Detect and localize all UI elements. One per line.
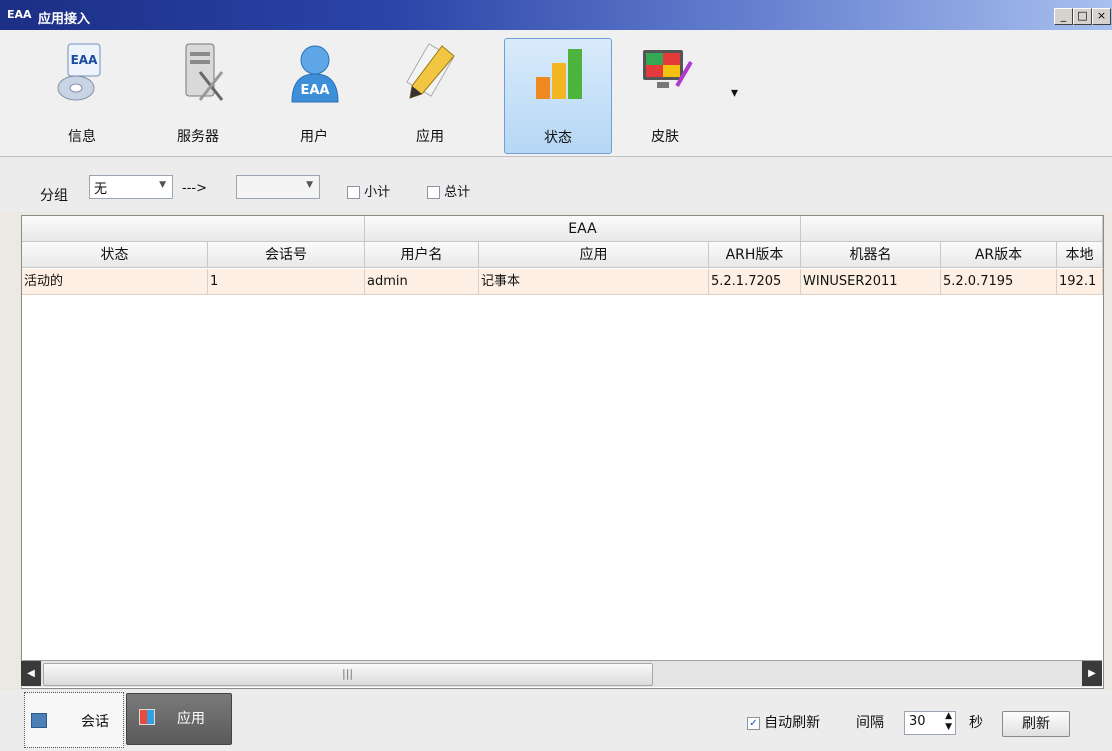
title-bar: EAA 应用接入 _ □ ×	[0, 0, 1112, 30]
column-header-arh-version[interactable]: ARH版本	[709, 242, 801, 268]
total-checkbox[interactable]: 总计	[427, 181, 470, 200]
interval-label: 间隔	[856, 715, 884, 731]
scrollbar-thumb[interactable]: |||	[43, 663, 653, 686]
interval-value: 30	[909, 714, 926, 729]
group-filter-bar: 分组 无 ▼ ---> ▼ 小计 总计	[0, 157, 1112, 212]
group-select-value: 无	[94, 182, 108, 197]
table-cell[interactable]: WINUSER2011	[801, 269, 941, 295]
band-header-next	[801, 216, 1103, 242]
app-logo-icon: EAA	[7, 8, 32, 21]
table-cell[interactable]: 1	[208, 269, 365, 295]
toolbar-app-button[interactable]: 应用	[377, 38, 483, 152]
column-header-ar-version[interactable]: AR版本	[941, 242, 1057, 268]
total-label: 总计	[444, 185, 471, 200]
minimize-button[interactable]: _	[1054, 8, 1073, 25]
table-cell[interactable]: 记事本	[479, 269, 709, 295]
scroll-right-arrow-icon[interactable]: ▶	[1082, 661, 1102, 686]
refresh-button[interactable]: 刷新	[1002, 711, 1070, 737]
subtotal-checkbox[interactable]: 小计	[347, 181, 390, 200]
toolbar-status-button[interactable]: 状态	[504, 38, 612, 154]
maximize-button[interactable]: □	[1073, 8, 1092, 25]
table-cell[interactable]: 5.2.1.7205	[709, 269, 801, 295]
secondary-group-select[interactable]: ▼	[236, 175, 320, 199]
scroll-left-arrow-icon[interactable]: ◀	[21, 661, 41, 686]
column-header-local[interactable]: 本地	[1057, 242, 1103, 268]
toolbar-user-label: 用户	[300, 129, 328, 145]
tab-app-label: 应用	[177, 711, 205, 727]
user-icon: EAA	[291, 45, 339, 103]
toolbar-info-label: 信息	[68, 129, 96, 145]
spinner-arrows-icon[interactable]: ▲ ▼	[945, 711, 952, 733]
toolbar-status-label: 状态	[544, 130, 572, 146]
grip-icon: |||	[342, 667, 354, 680]
tab-app[interactable]: 应用	[126, 693, 232, 745]
toolbar-app-label: 应用	[416, 129, 444, 145]
group-arrow: --->	[182, 181, 207, 196]
checkmark-icon: ✓	[747, 717, 760, 730]
close-button[interactable]: ×	[1092, 8, 1111, 25]
user-icon-text: EAA	[300, 83, 329, 98]
auto-refresh-checkbox[interactable]: ✓ 自动刷新	[747, 712, 820, 732]
server-icon	[185, 43, 224, 101]
bottom-bar: 会话 应用 ✓ 自动刷新 间隔 30 ▲ ▼ 秒 刷新	[0, 690, 1112, 751]
column-header-status[interactable]: 状态	[22, 242, 208, 268]
toolbar-more-dropdown-icon[interactable]: ▾	[731, 85, 738, 101]
pencil-icon	[406, 43, 455, 99]
info-icon: EAA	[57, 43, 101, 101]
toolbar-server-label: 服务器	[177, 129, 219, 145]
session-icon	[31, 713, 47, 728]
band-header-empty	[22, 216, 365, 242]
column-header-username[interactable]: 用户名	[365, 242, 479, 268]
skin-palette-icon	[643, 50, 693, 88]
bar-chart-icon	[536, 49, 582, 99]
main-toolbar: EAA 信息 服务器 EAA 用户 应用 状态 皮肤 ▾	[0, 30, 1112, 157]
toolbar-skin-button[interactable]: 皮肤	[612, 38, 718, 152]
toolbar-user-button[interactable]: EAA 用户	[261, 38, 367, 152]
toolbar-info-button[interactable]: EAA 信息	[29, 38, 135, 152]
app-grid-icon	[139, 709, 155, 725]
table-cell[interactable]: 活动的	[22, 269, 208, 295]
chevron-down-icon: ▼	[159, 180, 166, 190]
auto-refresh-label: 自动刷新	[764, 715, 821, 731]
band-header-eaa: EAA	[365, 216, 801, 242]
table-cell[interactable]: 5.2.0.7195	[941, 269, 1057, 295]
svg-text:EAA: EAA	[71, 53, 98, 67]
session-status-grid: EAA 状态 会话号 用户名 应用 ARH版本 机器名 AR版本 本地 活动的 …	[21, 215, 1104, 689]
tab-session[interactable]: 会话	[24, 692, 124, 748]
toolbar-skin-label: 皮肤	[651, 129, 679, 145]
horizontal-scrollbar[interactable]: ◀ ||| ▶	[21, 660, 1102, 687]
subtotal-label: 小计	[364, 185, 391, 200]
window-title: 应用接入	[38, 12, 91, 27]
table-cell[interactable]: 192.1	[1057, 269, 1103, 295]
chevron-down-icon: ▼	[306, 180, 313, 190]
interval-spinner[interactable]: 30 ▲ ▼	[904, 711, 956, 735]
group-select[interactable]: 无 ▼	[89, 175, 173, 199]
toolbar-server-button[interactable]: 服务器	[145, 38, 251, 152]
tab-session-label: 会话	[81, 714, 109, 730]
column-header-machine-name[interactable]: 机器名	[801, 242, 941, 268]
checkbox-box	[347, 186, 360, 199]
table-cell[interactable]: admin	[365, 269, 479, 295]
seconds-label: 秒	[969, 715, 983, 731]
group-label: 分组	[40, 188, 68, 204]
checkbox-box	[427, 186, 440, 199]
column-header-session-id[interactable]: 会话号	[208, 242, 365, 268]
column-header-application[interactable]: 应用	[479, 242, 709, 268]
